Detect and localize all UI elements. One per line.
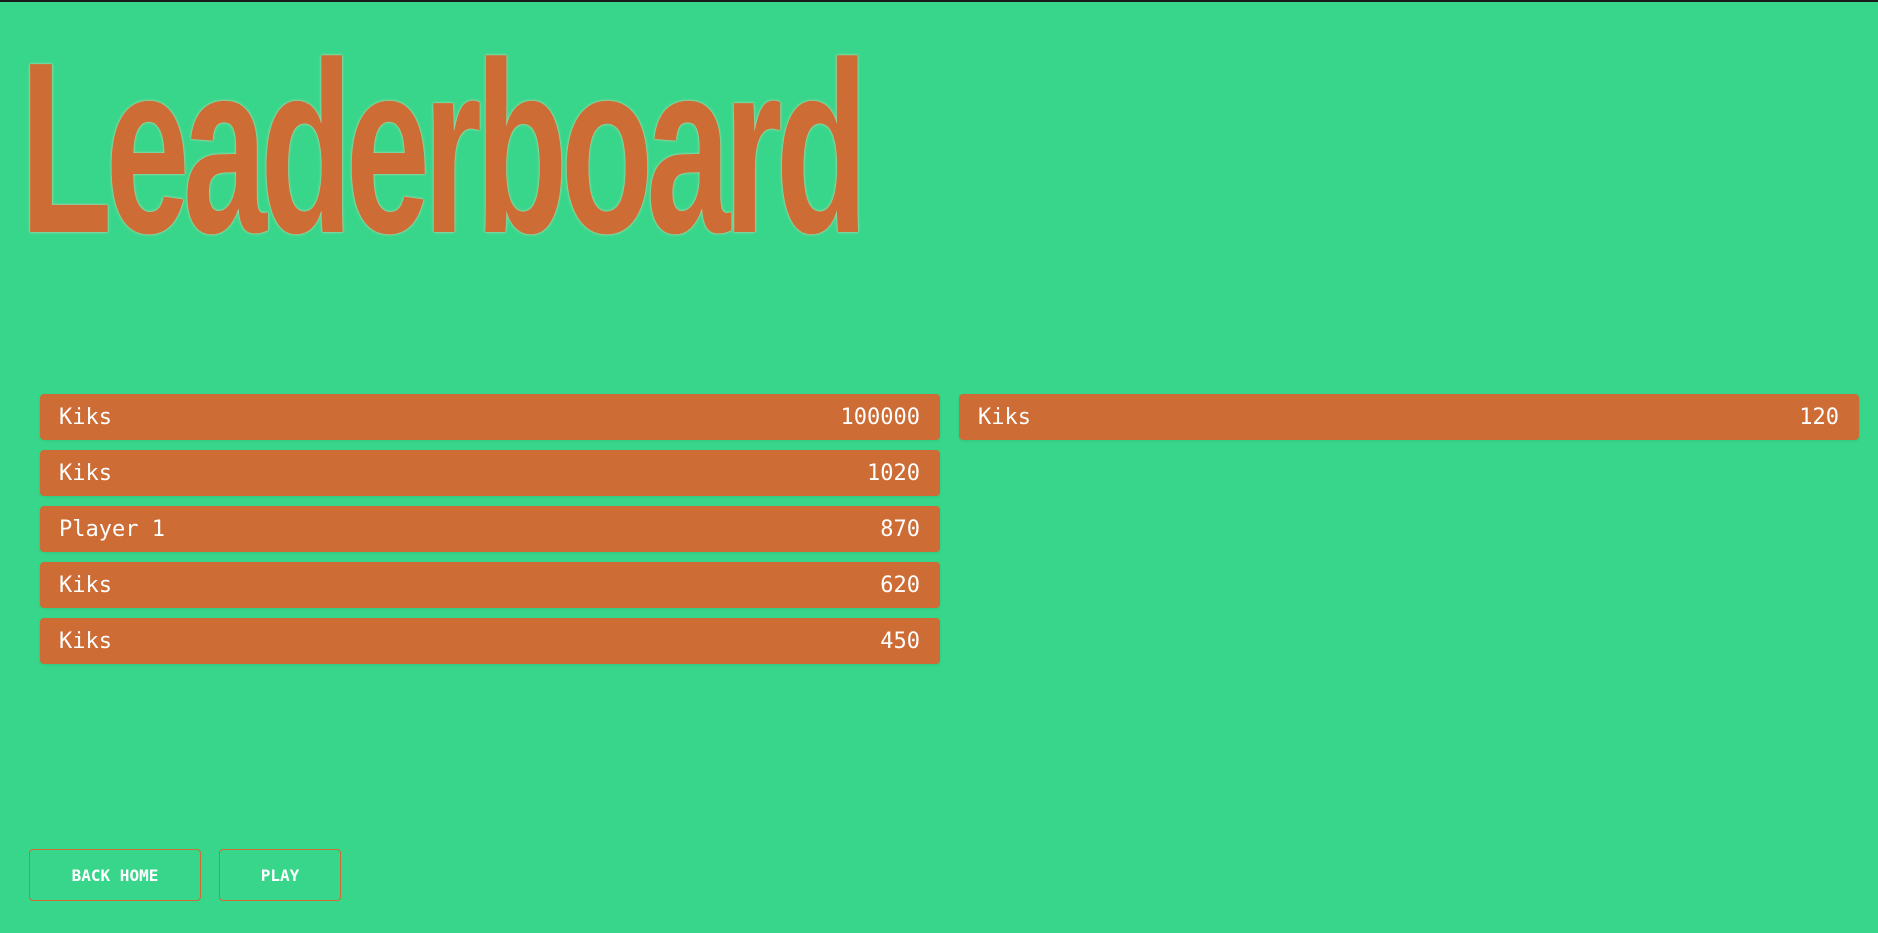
leaderboard-row: Player 1 870 (40, 506, 940, 552)
player-score: 450 (880, 628, 920, 654)
leaderboard-row: Kiks 120 (959, 394, 1859, 440)
player-score: 620 (880, 572, 920, 598)
leaderboard-right-column: Kiks 120 (959, 394, 1859, 450)
leaderboard-left-column: Kiks 100000 Kiks 1020 Player 1 870 Kiks … (40, 394, 940, 674)
player-name: Kiks (59, 404, 112, 430)
leaderboard-row: Kiks 620 (40, 562, 940, 608)
leaderboard-row: Kiks 100000 (40, 394, 940, 440)
top-border (0, 0, 1878, 2)
player-name: Player 1 (59, 516, 165, 542)
player-score: 100000 (840, 404, 920, 430)
player-score: 120 (1799, 404, 1839, 430)
player-score: 1020 (867, 460, 920, 486)
play-button[interactable]: PLAY (219, 849, 341, 901)
leaderboard-row: Kiks 1020 (40, 450, 940, 496)
page-title: Leaderboard (20, 11, 868, 284)
player-name: Kiks (59, 628, 112, 654)
back-home-button[interactable]: BACK HOME (29, 849, 201, 901)
player-name: Kiks (59, 460, 112, 486)
player-name: Kiks (978, 404, 1031, 430)
player-score: 870 (880, 516, 920, 542)
player-name: Kiks (59, 572, 112, 598)
leaderboard-row: Kiks 450 (40, 618, 940, 664)
